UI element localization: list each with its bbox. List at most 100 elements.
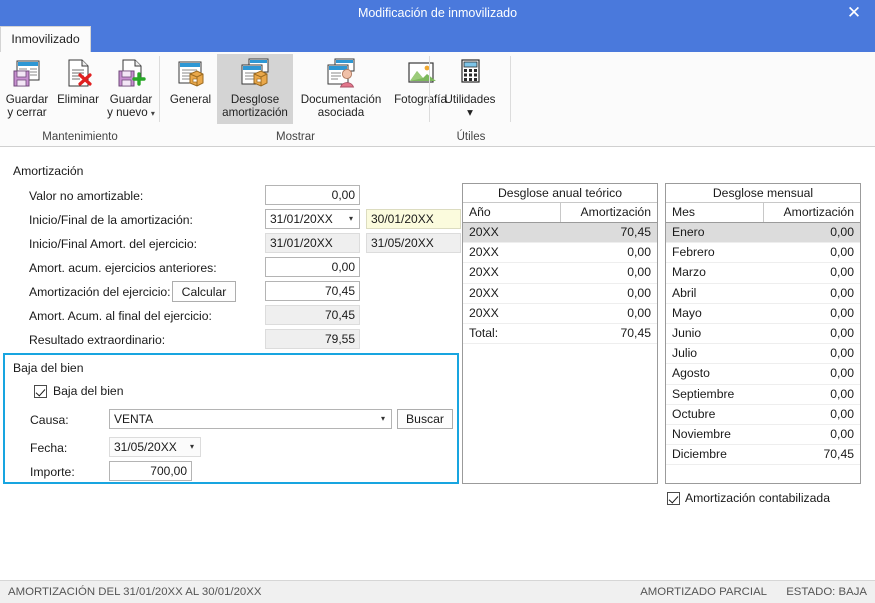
column-header-amortizacion[interactable]: Amortización xyxy=(561,203,657,222)
chevron-down-icon[interactable]: ▾ xyxy=(151,109,155,118)
chevron-down-icon-inicio-amortizacion[interactable]: ▾ xyxy=(344,210,358,228)
input-amort-acum-final-ejercicio xyxy=(265,305,360,325)
table-cell-label: 20XX xyxy=(469,265,499,280)
ribbon-button-label2-text: y nuevo xyxy=(107,105,148,119)
table-cell-value: 0,00 xyxy=(830,346,854,361)
table-row[interactable]: Agosto 0,00 xyxy=(666,364,860,385)
amortizacion-contabilizada-checkbox[interactable] xyxy=(667,492,680,505)
table-cell-value: 0,00 xyxy=(830,285,854,300)
input-causa[interactable] xyxy=(109,409,392,429)
table-row[interactable]: Julio 0,00 xyxy=(666,344,860,365)
table-cell-label: Agosto xyxy=(672,366,710,381)
status-bar: AMORTIZACIÓN DEL 31/01/20XX AL 30/01/20X… xyxy=(0,580,875,603)
tab-inmovilizado[interactable]: Inmovilizado xyxy=(0,26,91,52)
input-amortizacion-del-ejercicio[interactable] xyxy=(265,281,360,301)
ribbon-separator xyxy=(510,56,511,122)
ribbon-button-guardar-y-cerrar[interactable]: Guardar y cerrar xyxy=(3,54,51,124)
table-cell-value: 0,00 xyxy=(830,386,854,401)
table-cell-label: Mayo xyxy=(672,305,702,320)
label-amortizacion-del-ejercicio: Amortización del ejercicio: xyxy=(29,285,171,299)
input-final-amortizacion[interactable] xyxy=(366,209,461,229)
table-row[interactable]: Febrero 0,00 xyxy=(666,243,860,264)
input-amort-acum-ejercicios-anteriores[interactable] xyxy=(265,257,360,277)
status-right-text: ESTADO: BAJA xyxy=(786,586,867,598)
ribbon-button-label2: y cerrar xyxy=(7,105,47,119)
delete-document-icon xyxy=(54,57,102,92)
ribbon-separator xyxy=(429,56,430,122)
table-cell-label: Junio xyxy=(672,325,702,340)
table-row[interactable]: Noviembre 0,00 xyxy=(666,425,860,446)
ribbon-button-label: Documentación xyxy=(300,93,382,106)
calcular-button[interactable]: Calcular xyxy=(172,281,236,302)
table-cell-label: 20XX xyxy=(469,225,499,239)
ribbon-button-desglose-amortizacion[interactable]: Desglose amortización xyxy=(217,54,293,124)
ribbon-separator xyxy=(159,56,160,122)
desglose-anual-header: Año Amortización xyxy=(463,203,657,223)
table-cell-label: Septiembre xyxy=(672,386,735,401)
input-valor-no-amortizable[interactable] xyxy=(265,185,360,205)
buscar-button[interactable]: Buscar xyxy=(397,409,453,429)
ribbon: Guardar y cerrar Eliminar Guardar y nuev… xyxy=(0,52,875,147)
baja-del-bien-checkbox[interactable] xyxy=(34,385,47,398)
calculator-icon xyxy=(435,57,505,92)
input-importe[interactable] xyxy=(109,461,192,481)
label-resultado-extraordinario: Resultado extraordinario: xyxy=(29,333,166,347)
status-middle-text: AMORTIZADO PARCIAL xyxy=(640,586,767,598)
label-amort-acum-ejercicios-anteriores: Amort. acum. ejercicios anteriores: xyxy=(29,261,217,275)
ribbon-button-documentacion-asociada[interactable]: Documentación asociada xyxy=(294,54,388,124)
table-cell-value: 0,00 xyxy=(830,406,854,421)
chevron-down-icon[interactable]: ▾ xyxy=(435,106,505,120)
ribbon-button-label2: amortización xyxy=(222,105,288,119)
table-cell-value: 0,00 xyxy=(830,325,854,340)
table-row[interactable]: 20XX 0,00 xyxy=(463,263,657,284)
chevron-down-icon-fecha[interactable]: ▾ xyxy=(185,438,199,456)
table-cell-value: 0,00 xyxy=(627,305,651,320)
table-cell-label: Enero xyxy=(672,225,705,239)
table-cell-label: Noviembre xyxy=(672,426,731,441)
window-title: Modificación de inmovilizado xyxy=(357,6,518,20)
ribbon-group-label: Útiles xyxy=(456,131,486,143)
table-row[interactable]: Enero 0,00 xyxy=(666,223,860,244)
column-header-ano[interactable]: Año xyxy=(463,203,561,222)
table-row[interactable]: Mayo 0,00 xyxy=(666,304,860,324)
desglose-mensual-header: Mes Amortización xyxy=(666,203,860,223)
ribbon-button-eliminar[interactable]: Eliminar xyxy=(54,54,102,124)
table-row[interactable]: 20XX 70,45 xyxy=(463,223,657,244)
ribbon-button-label2: y nuevo ▾ xyxy=(105,105,157,121)
table-cell-label: Febrero xyxy=(672,245,715,260)
close-icon[interactable]: ✕ xyxy=(837,0,871,26)
table-row[interactable]: Diciembre 70,45 xyxy=(666,445,860,466)
desglose-mensual-title: Desglose mensual xyxy=(666,184,860,203)
baja-panel-title: Baja del bien xyxy=(13,361,84,375)
table-row[interactable]: Octubre 0,00 xyxy=(666,405,860,425)
table-row[interactable]: 20XX 0,00 xyxy=(463,284,657,304)
table-cell-value: 0,00 xyxy=(830,426,854,441)
column-header-amortizacion[interactable]: Amortización xyxy=(764,203,860,222)
table-row[interactable]: 20XX 0,00 xyxy=(463,304,657,324)
chevron-down-icon-causa[interactable]: ▾ xyxy=(376,410,390,428)
table-row[interactable]: Total: 70,45 xyxy=(463,324,657,345)
desglose-anual-table: Desglose anual teórico Año Amortización … xyxy=(462,183,658,484)
label-amort-acum-final-ejercicio: Amort. Acum. al final del ejercicio: xyxy=(29,309,212,323)
input-resultado-extraordinario xyxy=(265,329,360,349)
ribbon-button-label: Guardar xyxy=(5,93,49,106)
table-row[interactable]: Abril 0,00 xyxy=(666,284,860,304)
table-cell-label: 20XX xyxy=(469,245,499,260)
associated-docs-icon xyxy=(294,57,388,92)
ribbon-button-utilidades[interactable]: Utilidades ▾ xyxy=(435,54,505,124)
table-row[interactable]: Septiembre 0,00 xyxy=(666,385,860,405)
table-cell-label: Marzo xyxy=(672,265,706,280)
ribbon-button-general[interactable]: General xyxy=(165,54,216,124)
table-cell-value: 0,00 xyxy=(627,265,651,280)
column-header-mes[interactable]: Mes xyxy=(666,203,764,222)
table-row[interactable]: Marzo 0,00 xyxy=(666,263,860,284)
table-row[interactable]: Junio 0,00 xyxy=(666,324,860,345)
baja-del-bien-checkbox-label[interactable]: Baja del bien xyxy=(53,384,123,398)
label-valor-no-amortizable: Valor no amortizable: xyxy=(29,189,144,203)
ribbon-button-label: Desglose xyxy=(230,93,280,106)
ribbon-button-guardar-y-nuevo[interactable]: Guardar y nuevo ▾ xyxy=(105,54,157,124)
ribbon-button-label: Eliminar xyxy=(57,93,99,106)
ribbon-group-mostrar: General Desglose amortización Documentac… xyxy=(161,52,447,146)
table-row[interactable]: 20XX 0,00 xyxy=(463,243,657,264)
amortizacion-contabilizada-label[interactable]: Amortización contabilizada xyxy=(685,491,830,505)
